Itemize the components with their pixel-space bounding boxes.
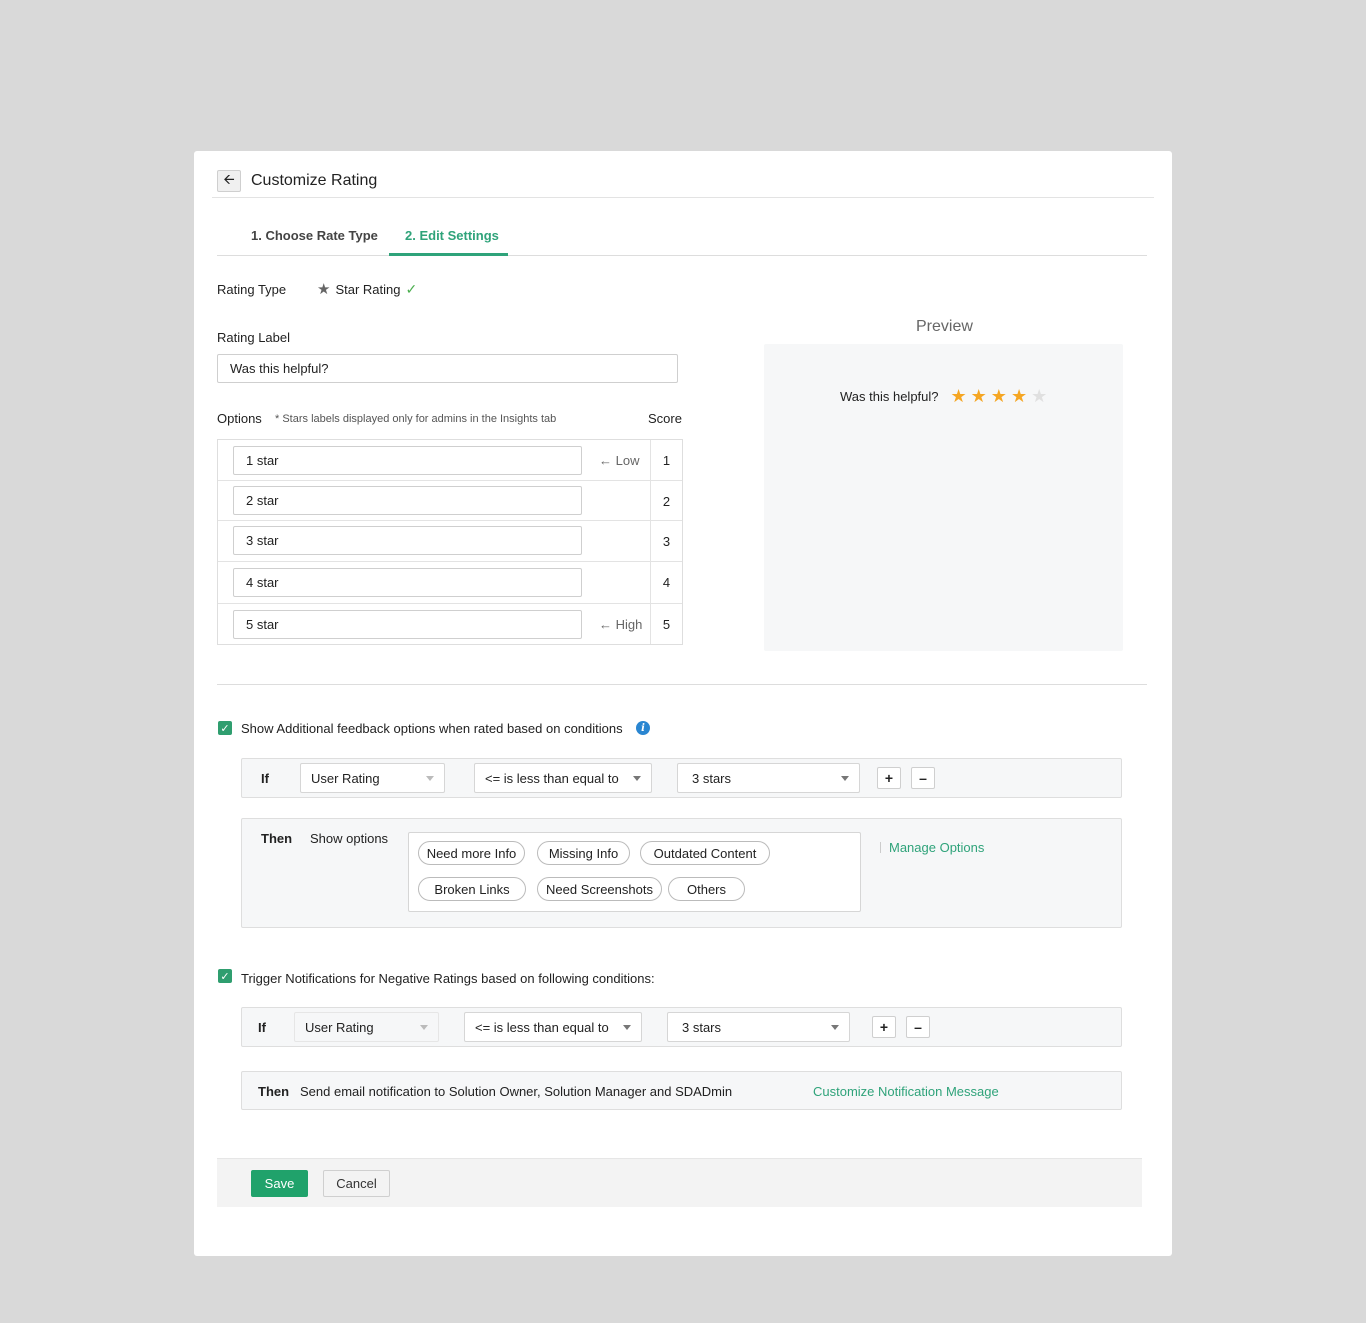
score-2: 2 <box>662 494 671 509</box>
remove-condition-button[interactable]: – <box>911 767 935 789</box>
high-hint: ← High <box>599 617 643 632</box>
star-icon[interactable]: ★ <box>951 386 967 407</box>
notify-value-select-value: 3 stars <box>682 1019 722 1035</box>
notify-remove-condition-button[interactable]: – <box>906 1016 930 1038</box>
option-row: 5 star ← High 5 <box>218 604 682 644</box>
star-icon[interactable]: ★ <box>991 386 1007 407</box>
score-5: 5 <box>662 617 671 632</box>
feedback-checkbox[interactable]: ✓ <box>218 721 232 735</box>
star-icon: ★ <box>317 281 331 298</box>
tab-edit-settings[interactable]: 2. Edit Settings <box>405 228 499 243</box>
score-4: 4 <box>662 575 671 590</box>
operator-select[interactable]: <= is less than equal to <box>474 763 652 793</box>
feedback-then-row: Then Show options Need more Info Missing… <box>241 818 1122 928</box>
option-chip[interactable]: Need Screenshots <box>537 877 662 901</box>
page-title: Customize Rating <box>251 172 378 189</box>
option-row: 3 star 3 <box>218 521 682 562</box>
value-select-value: 3 stars <box>692 770 732 786</box>
notify-operator-select-value: <= is less than equal to <box>475 1019 609 1035</box>
customize-rating-panel: 🡨 Customize Rating 1. Choose Rate Type 2… <box>194 151 1172 1256</box>
score-1: 1 <box>662 453 671 468</box>
field-select[interactable]: User Rating <box>300 763 445 793</box>
chevron-down-icon <box>623 1024 631 1030</box>
chevron-down-icon <box>831 1024 839 1030</box>
rating-label-heading: Rating Label <box>217 330 290 345</box>
rating-label-input[interactable]: Was this helpful? <box>217 354 678 383</box>
tab-choose-rate-type[interactable]: 1. Choose Rate Type <box>251 228 378 243</box>
notify-field-select[interactable]: User Rating <box>294 1012 439 1042</box>
back-button[interactable]: 🡨 <box>217 170 241 192</box>
option-input-1[interactable]: 1 star <box>233 446 582 475</box>
field-select-value: User Rating <box>311 770 380 786</box>
option-chip[interactable]: Need more Info <box>418 841 525 865</box>
notify-checkbox-label: Trigger Notifications for Negative Ratin… <box>241 971 655 986</box>
arrow-left-icon: 🡨 <box>223 171 235 187</box>
show-options-label: Show options <box>310 831 389 846</box>
option-row: 4 star 4 <box>218 562 682 604</box>
option-chip[interactable]: Broken Links <box>418 877 526 901</box>
manage-options: Manage Options <box>880 840 984 855</box>
score-3: 3 <box>662 534 671 549</box>
check-icon: ✓ <box>405 280 418 297</box>
if-label: If <box>258 1020 266 1035</box>
options-label: Options <box>217 411 262 426</box>
option-chip[interactable]: Others <box>668 877 745 901</box>
score-header: Score <box>648 411 682 426</box>
tabs-divider <box>217 255 1147 256</box>
preview-rating: Was this helpful? ★ ★ ★ ★ ★ <box>840 386 1047 407</box>
notify-value-select[interactable]: 3 stars <box>667 1012 850 1042</box>
notify-message: Send email notification to Solution Owne… <box>300 1084 733 1099</box>
info-icon[interactable]: i <box>636 721 650 735</box>
preview-stars: ★ ★ ★ ★ ★ <box>951 386 1048 407</box>
preview-title: Preview <box>916 318 973 335</box>
active-tab-indicator <box>389 253 508 256</box>
option-chip[interactable]: Outdated Content <box>640 841 770 865</box>
notify-if-row: If User Rating <= is less than equal to … <box>241 1007 1122 1047</box>
option-input-3[interactable]: 3 star <box>233 526 582 555</box>
star-icon[interactable]: ★ <box>1011 386 1027 407</box>
then-label: Then <box>261 831 293 846</box>
star-icon[interactable]: ★ <box>1031 386 1047 407</box>
notify-add-condition-button[interactable]: + <box>872 1016 896 1038</box>
rating-type-value: ★ Star Rating ✓ <box>317 280 418 299</box>
option-chip[interactable]: Missing Info <box>537 841 630 865</box>
notify-checkbox[interactable]: ✓ <box>218 969 232 983</box>
preview-box: Was this helpful? ★ ★ ★ ★ ★ <box>764 344 1123 651</box>
operator-select-value: <= is less than equal to <box>485 770 619 786</box>
cancel-button[interactable]: Cancel <box>323 1170 390 1197</box>
preview-question: Was this helpful? <box>840 389 939 404</box>
notify-field-select-value: User Rating <box>305 1019 374 1035</box>
chevron-down-icon <box>633 775 641 781</box>
chevron-down-icon <box>420 1024 428 1030</box>
rating-type-text: Star Rating <box>335 281 401 297</box>
option-row: 2 star 2 <box>218 481 682 521</box>
form-footer: Save Cancel <box>217 1158 1142 1207</box>
feedback-checkbox-label: Show Additional feedback options when ra… <box>241 721 623 736</box>
save-button[interactable]: Save <box>251 1170 308 1197</box>
separator <box>880 842 881 853</box>
notify-then-row: Then Send email notification to Solution… <box>241 1071 1122 1110</box>
option-input-5[interactable]: 5 star <box>233 610 582 639</box>
feedback-options-box[interactable]: Need more Info Missing Info Outdated Con… <box>408 832 861 912</box>
option-input-2[interactable]: 2 star <box>233 486 582 515</box>
option-input-4[interactable]: 4 star <box>233 568 582 597</box>
options-note: * Stars labels displayed only for admins… <box>275 413 557 425</box>
notify-operator-select[interactable]: <= is less than equal to <box>464 1012 642 1042</box>
section-divider <box>217 684 1147 685</box>
then-label: Then <box>258 1084 290 1099</box>
chevron-down-icon <box>426 775 434 781</box>
add-condition-button[interactable]: + <box>877 767 901 789</box>
value-select[interactable]: 3 stars <box>677 763 860 793</box>
chevron-down-icon <box>841 775 849 781</box>
manage-options-link[interactable]: Manage Options <box>889 840 984 855</box>
customize-notification-link[interactable]: Customize Notification Message <box>813 1084 999 1099</box>
low-hint: ← Low <box>599 453 640 468</box>
if-label: If <box>261 771 269 786</box>
options-table: 1 star ← Low 1 2 star 2 3 star 3 4 star … <box>217 439 683 645</box>
option-row: 1 star ← Low 1 <box>218 440 682 481</box>
rating-type-label: Rating Type <box>217 282 287 297</box>
feedback-if-row: If User Rating <= is less than equal to … <box>241 758 1122 798</box>
star-icon[interactable]: ★ <box>971 386 987 407</box>
header-divider <box>212 197 1154 198</box>
